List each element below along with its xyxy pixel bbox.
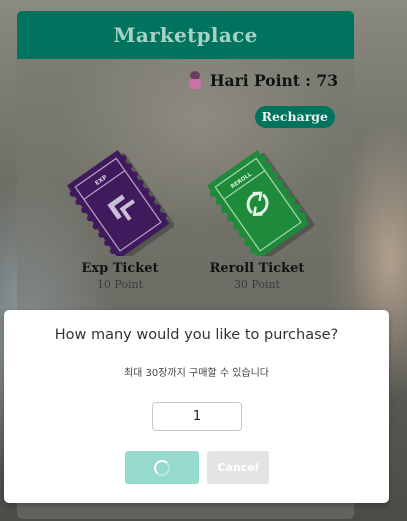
exp-ticket-name: Exp Ticket [81, 261, 159, 276]
exp-ticket-image: EXP [55, 146, 185, 260]
hari-point-display: Hari Point : 73 [186, 70, 338, 90]
ticket-icon: REROLL [206, 149, 315, 260]
exp-ticket-item[interactable]: EXP Exp Ticket 10 Point [55, 146, 185, 291]
marketplace-header: Marketplace [17, 11, 354, 59]
ticket-icon: EXP [66, 149, 175, 260]
character-avatar-icon [186, 70, 204, 90]
reroll-ticket-image: REROLL [192, 146, 322, 260]
purchase-dialog: How many would you like to purchase? 최대 … [4, 310, 389, 503]
confirm-button[interactable] [125, 451, 199, 484]
exp-ticket-price: 10 Point [96, 278, 144, 291]
marketplace-title: Marketplace [113, 23, 258, 47]
quantity-input[interactable] [152, 402, 242, 431]
cancel-button[interactable]: Cancel [207, 451, 269, 484]
hari-point-text: Hari Point : 73 [209, 70, 338, 90]
purchase-limit-note: 최대 30장까지 구매할 수 있습니다 [123, 368, 270, 379]
reroll-ticket-price: 30 Point [233, 278, 281, 291]
reroll-ticket-item[interactable]: REROLL Reroll Ticket 30 Point [192, 146, 322, 291]
loading-spinner-icon [154, 459, 170, 476]
recharge-button[interactable]: Recharge [254, 106, 335, 128]
purchase-question: How many would you like to purchase? [54, 327, 339, 343]
reroll-ticket-name: Reroll Ticket [209, 261, 305, 276]
